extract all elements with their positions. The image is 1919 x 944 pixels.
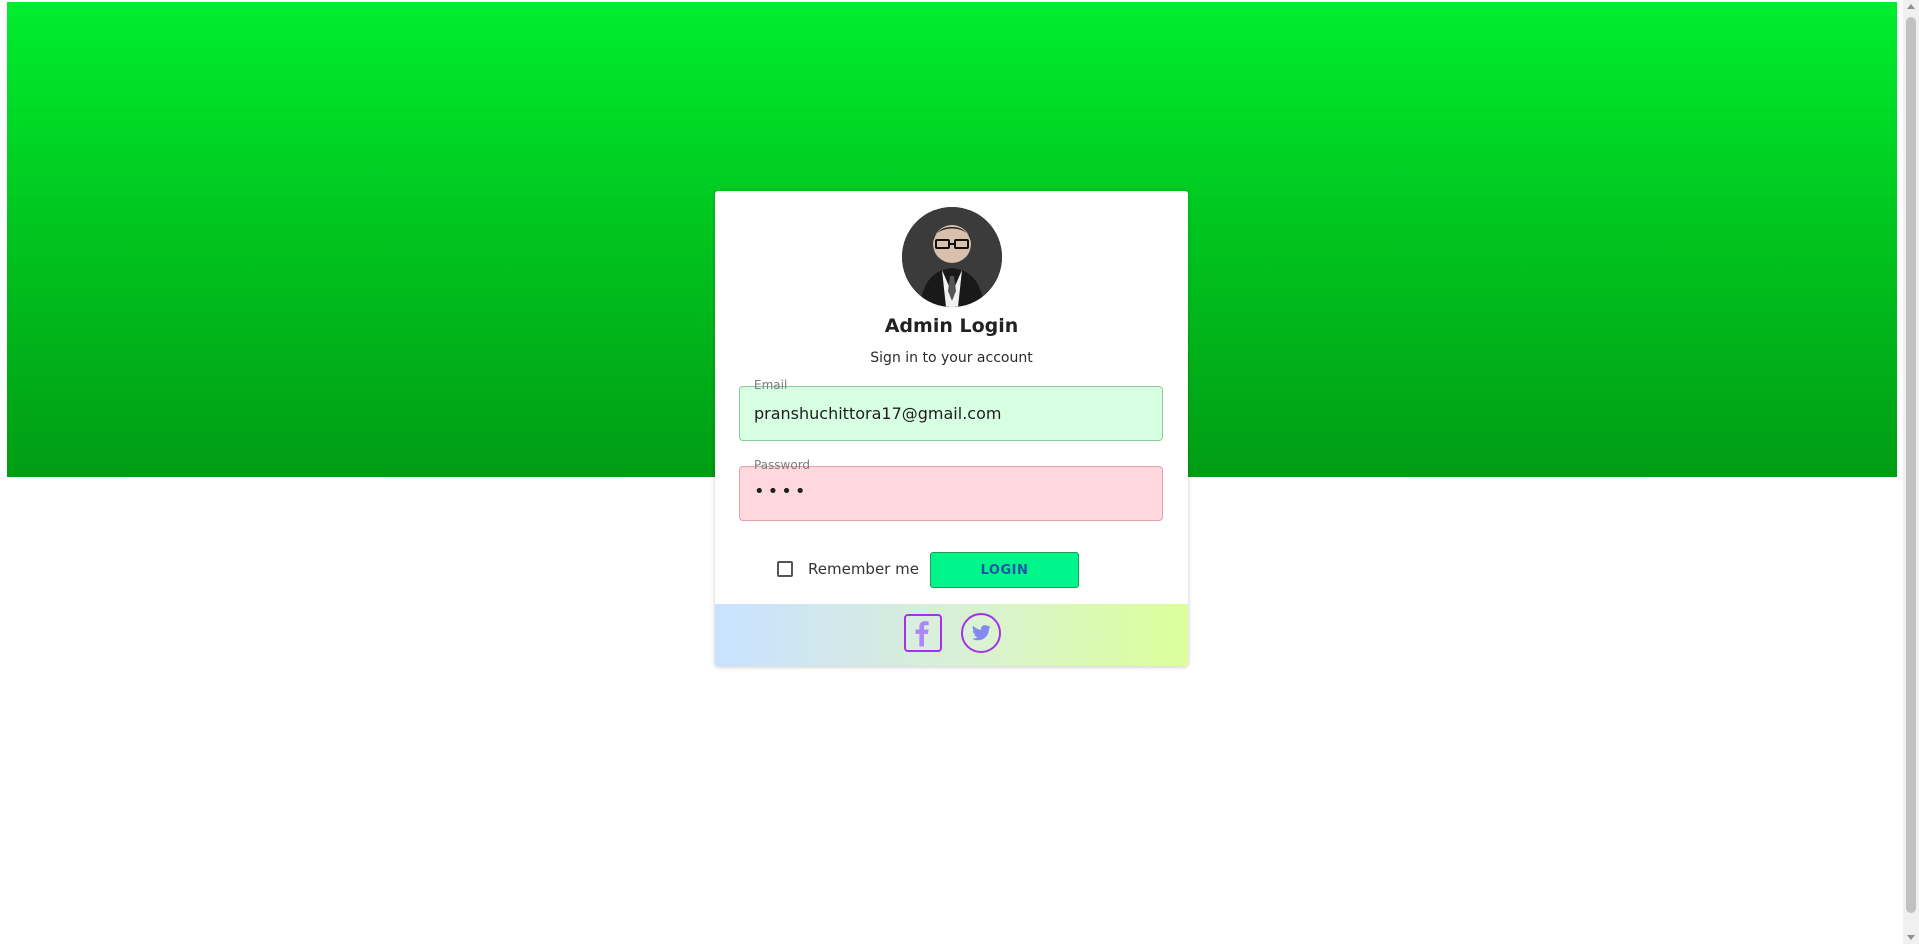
admin-avatar <box>902 207 1002 307</box>
sign-in-subtitle: Sign in to your account <box>870 350 1033 366</box>
remember-me-label[interactable]: Remember me <box>808 560 919 578</box>
facebook-icon[interactable] <box>904 614 942 652</box>
remember-me-row[interactable]: Remember me <box>777 551 919 587</box>
email-field[interactable]: Email pranshuchittora17@gmail.com <box>739 378 1163 441</box>
scroll-up-icon[interactable] <box>1907 4 1915 9</box>
password-label: Password <box>752 458 813 472</box>
login-card: Admin Login Sign in to your account Emai… <box>715 191 1188 666</box>
password-field[interactable]: Password •••• <box>739 458 1163 521</box>
password-value[interactable]: •••• <box>754 482 808 502</box>
scrollbar-thumb[interactable] <box>1906 17 1916 913</box>
login-button[interactable]: LOGIN <box>930 552 1079 588</box>
email-label: Email <box>752 378 790 392</box>
social-login-footer <box>715 604 1188 666</box>
admin-login-title: Admin Login <box>884 315 1019 337</box>
twitter-icon[interactable] <box>961 613 1001 653</box>
vertical-scrollbar[interactable] <box>1903 0 1919 944</box>
remember-me-checkbox[interactable] <box>777 561 793 577</box>
email-value[interactable]: pranshuchittora17@gmail.com <box>754 404 1001 424</box>
page-viewport: Admin Login Sign in to your account Emai… <box>0 0 1919 944</box>
scroll-down-icon[interactable] <box>1907 935 1915 940</box>
